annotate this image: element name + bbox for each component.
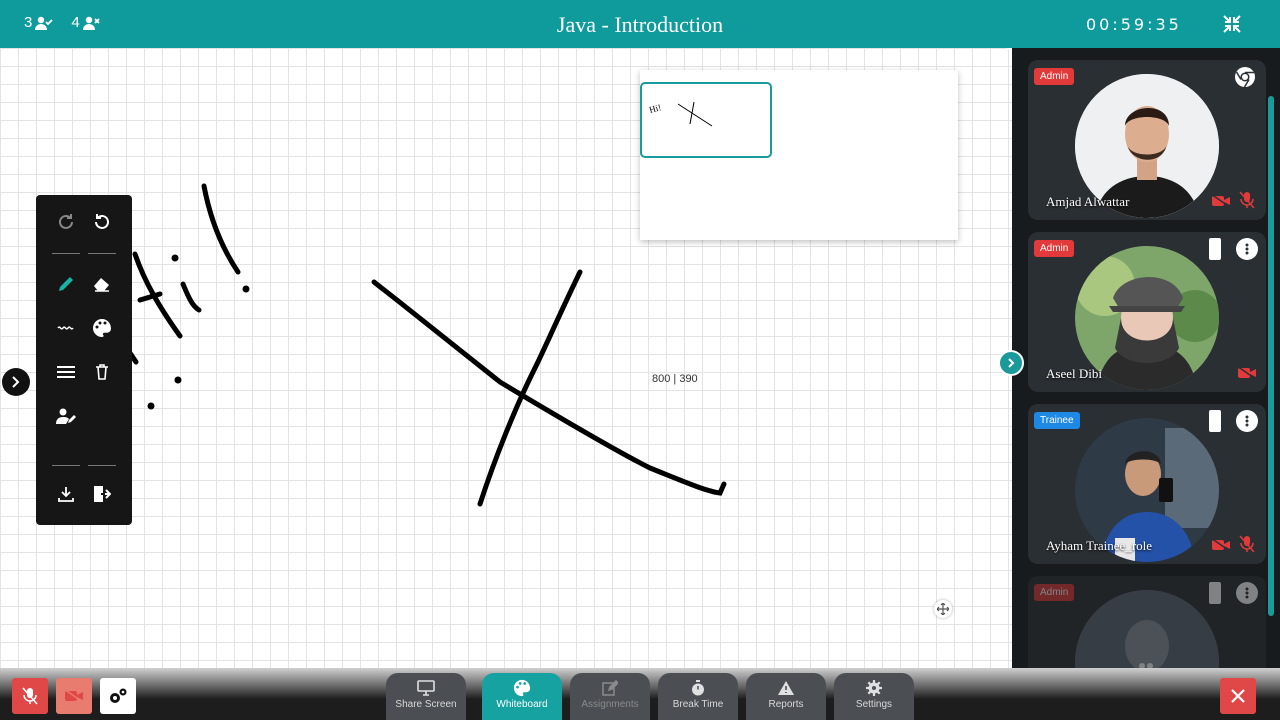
stroke-x-2 <box>477 269 583 507</box>
user-permissions-icon[interactable] <box>51 401 81 431</box>
chevron-right-icon <box>1008 358 1015 368</box>
dot-2 <box>147 402 155 410</box>
sidebar-toggle-button[interactable] <box>998 350 1024 376</box>
whiteboard-canvas[interactable]: Hi! 800 | 390 <box>0 48 1012 680</box>
avatar <box>1075 590 1219 680</box>
tab-reports[interactable]: Reports <box>746 673 826 720</box>
role-badge: Admin <box>1034 240 1075 257</box>
participant-name: Amjad Alwattar <box>1046 194 1130 209</box>
toolbar-divider <box>88 253 116 254</box>
mic-off-icon[interactable] <box>1236 189 1258 211</box>
collapse-icon[interactable] <box>1222 14 1242 34</box>
monitor-icon <box>417 680 435 696</box>
whiteboard-toolbar <box>36 195 132 525</box>
tab-settings[interactable]: Settings <box>834 673 914 720</box>
toolbar-divider <box>52 253 80 254</box>
dot-1 <box>174 376 182 384</box>
role-badge: Admin <box>1034 68 1075 85</box>
palette-icon <box>513 679 531 697</box>
trash-icon[interactable] <box>87 357 117 387</box>
mobile-icon <box>1204 410 1226 432</box>
close-icon <box>1231 689 1245 703</box>
participant-card[interactable]: Admin <box>1028 576 1266 680</box>
participant-card[interactable]: Admin Aseel Dibi <box>1028 232 1266 392</box>
participants-panel: Admin Amjad Alwattar Admin Aseel Dibi Tr… <box>1012 48 1280 680</box>
whiteboard-minimap[interactable]: Hi! <box>640 70 958 240</box>
eraser-icon[interactable] <box>87 269 117 299</box>
tab-break-time[interactable]: Break Time <box>658 673 738 720</box>
edit-icon <box>601 680 619 696</box>
toolbar-divider <box>88 465 116 466</box>
minimap-text: Hi! <box>648 102 662 115</box>
participant-card[interactable]: Trainee Ayham Trainee_role <box>1028 404 1266 564</box>
participant-name: Aseel Dibi <box>1046 366 1102 381</box>
mic-toggle-button[interactable] <box>12 678 48 714</box>
mobile-icon <box>1204 238 1226 260</box>
camera-off-icon <box>64 689 84 703</box>
move-icon[interactable] <box>934 600 952 618</box>
leave-session-button[interactable] <box>1220 678 1256 714</box>
tab-share-screen[interactable]: Share Screen <box>386 673 466 720</box>
exit-icon[interactable] <box>87 479 117 509</box>
tab-whiteboard[interactable]: Whiteboard <box>482 673 562 720</box>
camera-off-icon[interactable] <box>1210 190 1232 212</box>
participant-name: Ayham Trainee_role <box>1046 538 1153 553</box>
toolbar-divider <box>52 465 80 466</box>
participants-scrollbar[interactable] <box>1268 96 1274 616</box>
stopwatch-icon <box>689 680 707 696</box>
top-bar: 3 4 Java - Introduction 00:59:35 <box>0 0 1280 48</box>
mobile-icon <box>1204 582 1226 604</box>
pencil-icon[interactable] <box>51 269 81 299</box>
mic-off-icon[interactable] <box>1236 533 1258 555</box>
undo-icon[interactable] <box>87 207 117 237</box>
more-options-icon[interactable] <box>1236 410 1258 432</box>
camera-off-icon[interactable] <box>1236 362 1258 384</box>
redo-icon[interactable] <box>51 207 81 237</box>
camera-toggle-button[interactable] <box>56 678 92 714</box>
stroke-i <box>180 281 202 313</box>
expand-toolbar-button[interactable] <box>2 368 30 396</box>
warning-icon <box>777 680 795 696</box>
stroke-exclaim <box>201 183 241 275</box>
camera-off-icon[interactable] <box>1210 534 1232 556</box>
dot-exclaim <box>242 285 250 293</box>
more-options-icon[interactable] <box>1236 582 1258 604</box>
minimap-preview: Hi! <box>648 101 713 127</box>
line-style-icon[interactable] <box>51 313 81 343</box>
participant-card[interactable]: Admin Amjad Alwattar <box>1028 60 1266 220</box>
coordinate-readout: 800 | 390 <box>652 373 698 385</box>
role-badge: Trainee <box>1034 412 1080 429</box>
stroke-x-1 <box>371 279 727 496</box>
gear-icon <box>865 680 883 696</box>
gears-icon <box>110 688 127 703</box>
mic-off-icon <box>22 687 38 705</box>
dot-i <box>171 254 179 262</box>
download-icon[interactable] <box>51 479 81 509</box>
session-timer: 00:59:35 <box>1086 15 1182 34</box>
color-palette-icon[interactable] <box>87 313 117 343</box>
role-badge: Admin <box>1034 584 1075 601</box>
chrome-icon <box>1234 66 1256 88</box>
minimap-viewport[interactable]: Hi! <box>640 82 772 158</box>
chevron-right-icon <box>12 376 20 388</box>
more-options-icon[interactable] <box>1236 238 1258 260</box>
tab-assignments[interactable]: Assignments <box>570 673 650 720</box>
device-settings-button[interactable] <box>100 678 136 714</box>
stroke-width-icon[interactable] <box>51 357 81 387</box>
